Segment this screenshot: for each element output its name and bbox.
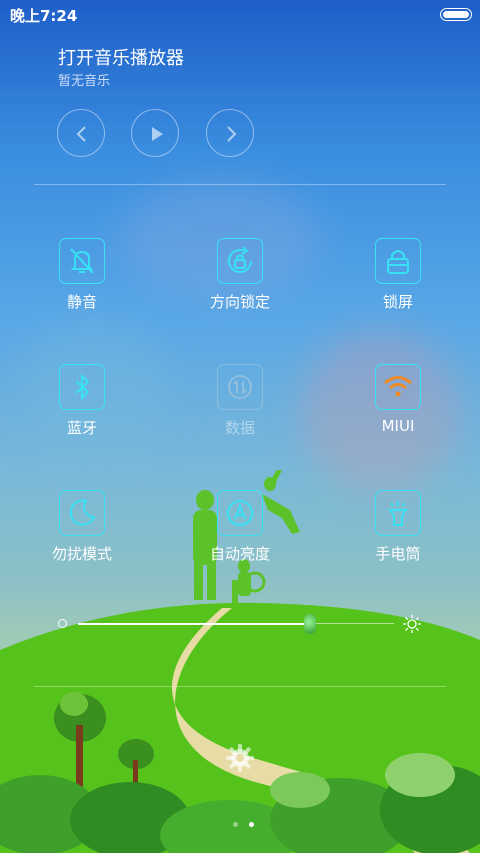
next-track-button[interactable] — [206, 109, 254, 157]
moon-icon — [69, 499, 96, 526]
wifi-icon — [384, 376, 412, 397]
brightness-thumb[interactable] — [304, 614, 316, 634]
toggle-label: 方向锁定 — [209, 293, 270, 311]
brightness-slider[interactable] — [56, 612, 426, 636]
play-icon — [152, 127, 163, 141]
battery-icon — [440, 8, 472, 21]
music-player-title[interactable]: 打开音乐播放器 — [58, 44, 184, 70]
flashlight-icon — [388, 501, 408, 526]
page-dot-active — [249, 822, 255, 827]
music-status: 暂无音乐 — [58, 74, 111, 89]
page-indicator — [230, 812, 257, 831]
bluetooth-icon — [75, 373, 90, 401]
toggle-label: 手电筒 — [375, 545, 421, 563]
auto-brightness-icon — [227, 500, 253, 526]
toggle-label: 蓝牙 — [66, 419, 97, 437]
toggle-label: 锁屏 — [382, 293, 413, 311]
brightness-high-icon — [403, 615, 421, 633]
toggle-flashlight[interactable]: 手电筒 — [338, 490, 458, 580]
toggle-wifi[interactable]: MIUI — [338, 364, 458, 454]
chevron-left-icon — [76, 126, 86, 142]
settings-gear-icon[interactable] — [224, 742, 256, 774]
mobile-data-icon — [228, 375, 252, 399]
bell-off-icon — [70, 248, 94, 274]
previous-track-button[interactable] — [57, 109, 105, 157]
toggle-label: 勿扰模式 — [51, 545, 112, 563]
toggle-mute[interactable]: 静音 — [22, 238, 142, 328]
divider — [34, 686, 446, 687]
toggle-lock-screen[interactable]: 锁屏 — [338, 238, 458, 328]
toggle-label: 自动亮度 — [209, 545, 270, 563]
toggle-rotation-lock[interactable]: 方向锁定 — [180, 238, 300, 328]
play-button[interactable] — [131, 109, 179, 157]
toggle-auto-brightness[interactable]: 自动亮度 — [180, 490, 300, 580]
chevron-right-icon — [227, 126, 237, 142]
divider — [34, 184, 446, 185]
brightness-low-icon — [58, 619, 67, 628]
status-time: 晚上7:24 — [10, 7, 78, 25]
brightness-track-filled — [78, 623, 308, 625]
status-bar: 晚上7:24 — [0, 0, 480, 28]
toggle-do-not-disturb[interactable]: 勿扰模式 — [22, 490, 142, 580]
toggle-mobile-data[interactable]: 数据 — [180, 364, 300, 454]
brightness-track — [308, 623, 394, 624]
rotation-lock-icon — [228, 246, 252, 273]
toggle-label: 静音 — [66, 293, 97, 311]
toggle-bluetooth[interactable]: 蓝牙 — [22, 364, 142, 454]
page-dot — [233, 822, 238, 827]
toggle-label: MIUI — [381, 417, 415, 435]
lock-icon — [387, 250, 409, 274]
toggle-label: 数据 — [224, 419, 255, 437]
